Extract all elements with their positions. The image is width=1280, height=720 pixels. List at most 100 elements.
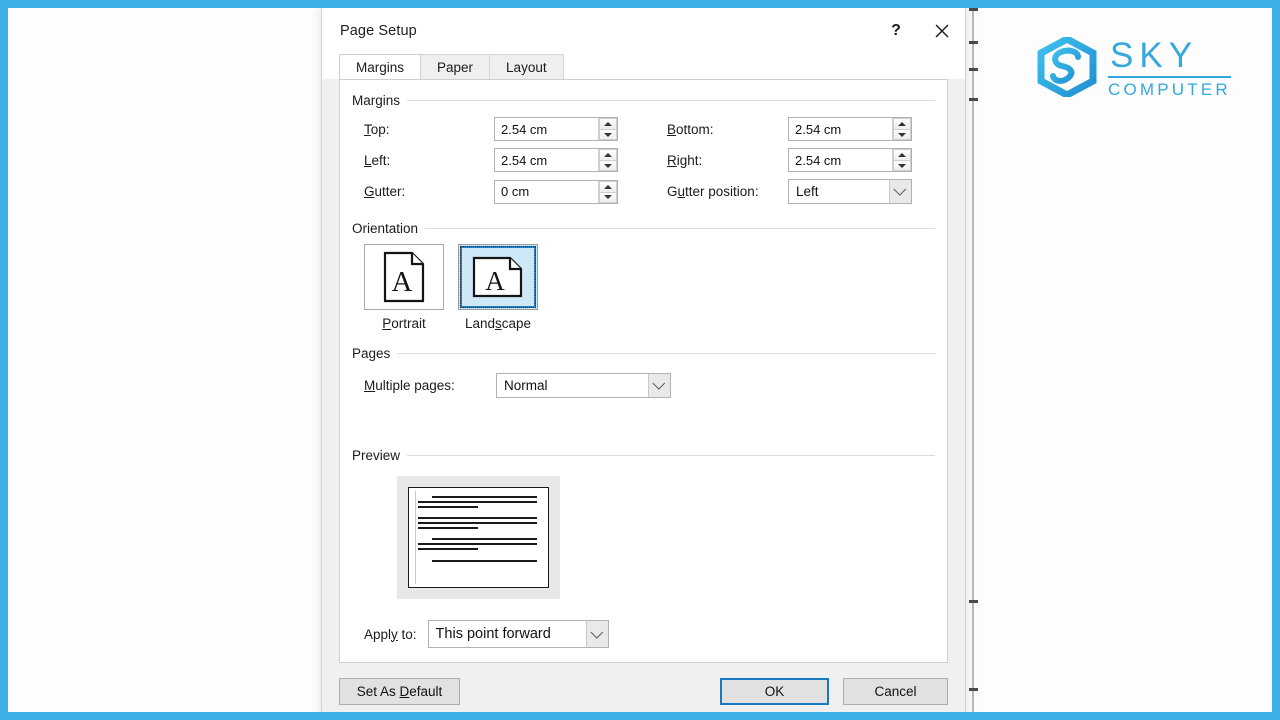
left-margin-arrows[interactable]	[598, 149, 617, 171]
triangle-up-icon	[604, 122, 612, 126]
pages-group-header: Pages	[352, 346, 935, 361]
gutter-label: Gutter:	[364, 184, 406, 199]
scrollbar-mark	[969, 41, 978, 44]
triangle-up-icon	[898, 153, 906, 157]
scrollbar-mark	[969, 688, 978, 691]
frame-border-right	[1272, 0, 1280, 720]
preview-page-frame	[397, 476, 560, 599]
help-button[interactable]: ?	[873, 8, 919, 54]
top-margin-spinner[interactable]	[494, 117, 618, 141]
right-margin-spinner[interactable]	[788, 148, 912, 172]
tab-margins[interactable]: Margins	[339, 54, 422, 79]
preview-area	[340, 476, 947, 599]
titlebar-buttons: ?	[873, 8, 965, 54]
gutter-position-combo[interactable]: Left	[788, 179, 912, 204]
spinner-down-button[interactable]	[893, 160, 911, 171]
scrollbar-mark	[969, 8, 978, 11]
bottom-margin-arrows[interactable]	[892, 118, 911, 140]
preview-group-header: Preview	[352, 448, 935, 463]
margins-row-top-bottom: Top: Bottom:	[364, 117, 947, 141]
multiple-pages-dropdown-arrow[interactable]	[648, 374, 670, 397]
preview-text-line	[418, 501, 538, 503]
frame-border-top	[0, 0, 1280, 8]
landscape-icon-box[interactable]: A	[458, 244, 538, 310]
triangle-down-icon	[898, 163, 906, 168]
portrait-page-icon: A	[383, 251, 425, 303]
spinner-up-button[interactable]	[893, 149, 911, 160]
spinner-down-button[interactable]	[599, 129, 617, 140]
left-margin-input[interactable]	[495, 149, 598, 171]
multiple-pages-label: Multiple pages:	[364, 378, 455, 393]
spinner-down-button[interactable]	[599, 191, 617, 203]
preview-text-line	[431, 496, 538, 498]
preview-group-label: Preview	[352, 448, 401, 463]
cancel-label: Cancel	[874, 683, 917, 699]
gutter-spinner[interactable]	[494, 179, 618, 204]
triangle-down-icon	[604, 132, 612, 137]
orientation-group-label: Orientation	[352, 221, 419, 236]
group-divider	[397, 353, 935, 354]
gutter-position-dropdown-arrow[interactable]	[889, 180, 911, 203]
cancel-button[interactable]: Cancel	[843, 677, 948, 705]
tab-paper[interactable]: Paper	[420, 54, 491, 79]
top-margin-arrows[interactable]	[598, 118, 617, 140]
triangle-down-icon	[604, 163, 612, 168]
multiple-pages-value: Normal	[504, 378, 548, 393]
gutter-position-label: Gutter position:	[667, 184, 759, 199]
dialog-footer: Set As Default OK Cancel	[322, 663, 965, 712]
margins-row-left-right: Left: Right:	[364, 148, 947, 172]
spinner-up-button[interactable]	[599, 149, 617, 160]
sky-computer-logo: SKY COMPUTER	[1036, 34, 1260, 100]
set-as-default-label: Set As Default	[356, 683, 443, 699]
margins-tab-panel: Margins Top: Bottom:	[339, 79, 948, 663]
scrollbar-mark	[969, 600, 978, 603]
close-button[interactable]	[919, 8, 965, 54]
frame-border-bottom	[0, 712, 1280, 720]
svg-text:A: A	[485, 266, 505, 296]
ok-button[interactable]: OK	[720, 677, 829, 705]
preview-text-line	[431, 560, 538, 562]
preview-text-line	[418, 517, 538, 519]
bottom-margin-spinner[interactable]	[788, 117, 912, 141]
spinner-down-button[interactable]	[893, 129, 911, 140]
top-margin-input[interactable]	[495, 118, 598, 140]
orientation-option-landscape[interactable]: A Landscape	[458, 244, 538, 331]
margins-row-gutter: Gutter: Gutter position: Left	[364, 179, 947, 204]
apply-to-dropdown-arrow[interactable]	[585, 621, 608, 647]
scrollbar-mark	[969, 68, 978, 71]
left-margin-spinner[interactable]	[494, 148, 618, 172]
gutter-position-value: Left	[796, 184, 819, 199]
preview-margin-guide	[415, 491, 416, 584]
chevron-down-icon	[893, 183, 907, 196]
multiple-pages-combo[interactable]: Normal	[496, 373, 671, 398]
right-margin-input[interactable]	[789, 149, 892, 171]
orientation-group-header: Orientation	[352, 221, 935, 236]
right-margin-arrows[interactable]	[892, 149, 911, 171]
orientation-option-portrait[interactable]: A Portrait	[364, 244, 444, 331]
apply-to-combo[interactable]: This point forward	[427, 620, 609, 648]
spinner-up-button[interactable]	[599, 118, 617, 129]
logo-primary-text: SKY	[1110, 36, 1199, 75]
apply-to-row: Apply to: This point forward	[364, 620, 609, 648]
sky-hex-s-logo-icon	[1036, 35, 1098, 99]
triangle-down-icon	[604, 195, 612, 199]
gutter-arrows[interactable]	[598, 180, 617, 203]
dialog-tabstrip: Margins Paper Layout	[322, 54, 965, 79]
spinner-down-button[interactable]	[599, 160, 617, 171]
spinner-up-button[interactable]	[599, 180, 617, 192]
group-divider	[407, 100, 935, 101]
scrollbar-thumb[interactable]	[972, 8, 974, 712]
orientation-options: A Portrait A Landscape	[364, 244, 947, 331]
landscape-label: Landscape	[464, 316, 532, 331]
top-margin-label: Top:	[364, 121, 390, 137]
group-divider	[425, 228, 935, 229]
spinner-up-button[interactable]	[893, 118, 911, 129]
tab-paper-label: Paper	[437, 59, 474, 75]
tab-layout[interactable]: Layout	[489, 54, 564, 79]
svg-text:A: A	[392, 266, 413, 298]
set-as-default-button[interactable]: Set As Default	[339, 677, 460, 705]
bottom-margin-input[interactable]	[789, 118, 892, 140]
gutter-input[interactable]	[495, 180, 598, 203]
portrait-icon-box[interactable]: A	[364, 244, 444, 310]
document-scrollbar[interactable]	[965, 8, 981, 712]
